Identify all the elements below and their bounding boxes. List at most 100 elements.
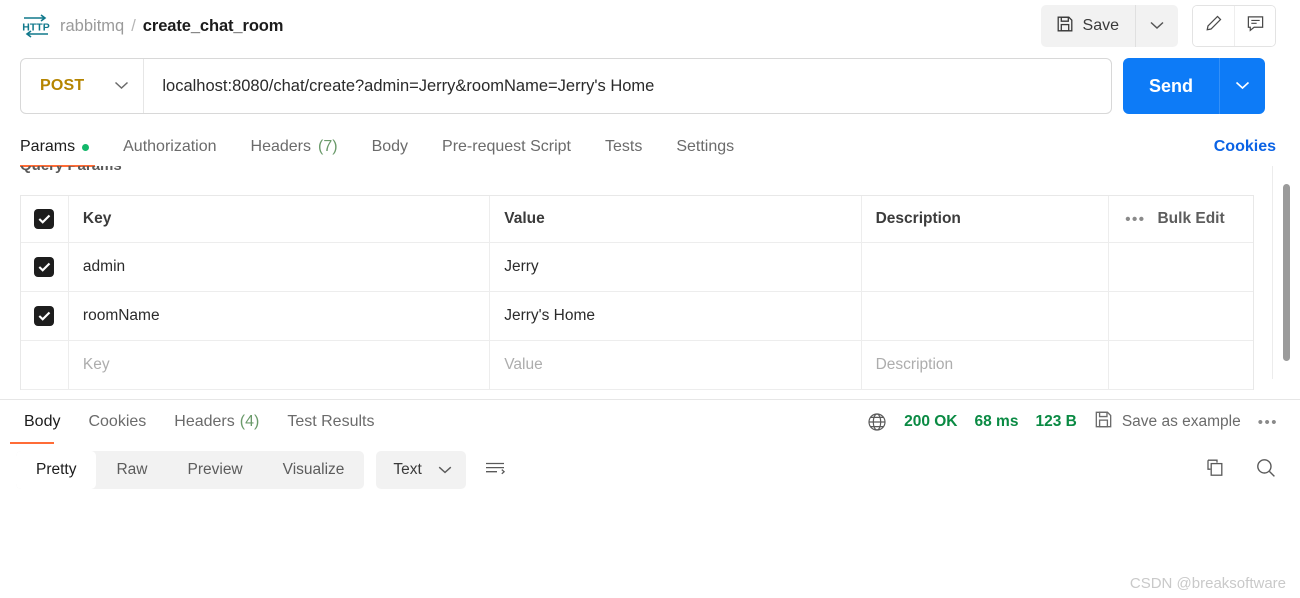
save-dropdown-button[interactable] xyxy=(1136,5,1178,47)
row-key[interactable]: roomName xyxy=(69,292,490,340)
row-checkbox[interactable] xyxy=(34,257,54,277)
response-active-tab-indicator xyxy=(10,442,54,444)
watermark: CSDN @breaksoftware xyxy=(1130,575,1286,592)
top-bar-actions: Save xyxy=(1041,5,1276,47)
response-tab-body[interactable]: Body xyxy=(10,400,74,444)
response-tab-cookies-label: Cookies xyxy=(88,413,146,431)
response-more-button[interactable]: ••• xyxy=(1258,414,1278,431)
search-icon xyxy=(1254,467,1278,484)
row-actions xyxy=(1109,341,1253,389)
copy-icon xyxy=(1204,466,1226,483)
save-button-label: Save xyxy=(1083,17,1119,35)
response-size: 123 B xyxy=(1035,413,1076,431)
view-mode-visualize[interactable]: Visualize xyxy=(263,451,365,489)
table-row[interactable]: roomName Jerry's Home xyxy=(21,292,1253,341)
row-description[interactable] xyxy=(862,292,1110,340)
tab-pre-request-script[interactable]: Pre-request Script xyxy=(425,128,588,166)
chevron-down-icon xyxy=(438,461,452,479)
word-wrap-button[interactable] xyxy=(478,453,512,487)
table-row[interactable]: admin Jerry xyxy=(21,243,1253,292)
send-button[interactable]: Send xyxy=(1123,58,1219,114)
tab-settings[interactable]: Settings xyxy=(659,128,751,166)
column-header-value: Value xyxy=(490,196,861,242)
globe-icon[interactable] xyxy=(867,412,887,432)
tab-params-label: Params xyxy=(20,138,75,156)
row-select-cell xyxy=(21,341,69,389)
top-bar: HTTP rabbitmq / create_chat_room Save xyxy=(0,0,1300,52)
save-button-group: Save xyxy=(1041,5,1178,47)
method-label: POST xyxy=(40,77,84,95)
new-row-key-input[interactable]: Key xyxy=(69,341,490,389)
save-as-example-button[interactable]: Save as example xyxy=(1094,410,1241,434)
table-row-empty[interactable]: Key Value Description xyxy=(21,341,1253,390)
content-type-label: Text xyxy=(393,461,421,479)
pencil-icon xyxy=(1204,14,1223,38)
tab-headers[interactable]: Headers (7) xyxy=(234,128,355,166)
url-field: POST localhost:8080/chat/create?admin=Je… xyxy=(20,58,1112,114)
response-tab-cookies[interactable]: Cookies xyxy=(74,400,160,444)
floppy-disk-icon xyxy=(1094,410,1113,434)
search-button[interactable] xyxy=(1254,456,1278,485)
status-badge: 200 OK xyxy=(904,413,957,431)
bulk-edit-button[interactable]: Bulk Edit xyxy=(1157,210,1224,228)
new-row-description-input[interactable]: Description xyxy=(862,341,1110,389)
cookies-link[interactable]: Cookies xyxy=(1214,138,1276,156)
table-header-row: Key Value Description ••• Bulk Edit xyxy=(21,196,1253,243)
tab-tests[interactable]: Tests xyxy=(588,128,659,166)
response-body-editor: 1 xyxy=(0,496,1300,566)
tab-pre-request-script-label: Pre-request Script xyxy=(442,138,571,156)
tab-authorization-label: Authorization xyxy=(123,138,216,156)
row-select-cell xyxy=(21,243,69,291)
query-params-title: Query Params xyxy=(20,166,122,174)
method-selector[interactable]: POST xyxy=(21,59,144,113)
response-tab-headers-label: Headers xyxy=(174,413,234,431)
view-mode-preview[interactable]: Preview xyxy=(168,451,263,489)
response-time: 68 ms xyxy=(975,413,1019,431)
url-input[interactable]: localhost:8080/chat/create?admin=Jerry&r… xyxy=(144,59,1111,113)
send-button-group: Send xyxy=(1123,58,1265,114)
table-header-actions: ••• Bulk Edit xyxy=(1109,196,1253,242)
tab-params[interactable]: Params xyxy=(20,128,106,166)
select-all-checkbox[interactable] xyxy=(34,209,54,229)
content-type-selector[interactable]: Text xyxy=(376,451,465,489)
save-button[interactable]: Save xyxy=(1041,5,1136,47)
comment-button[interactable] xyxy=(1234,6,1275,46)
ellipsis-icon[interactable]: ••• xyxy=(1125,211,1145,228)
url-row: POST localhost:8080/chat/create?admin=Je… xyxy=(0,58,1300,114)
new-row-value-input[interactable]: Value xyxy=(490,341,861,389)
panel-right-divider xyxy=(1272,166,1273,379)
floppy-disk-icon xyxy=(1056,15,1074,38)
row-value[interactable]: Jerry's Home xyxy=(490,292,861,340)
copy-button[interactable] xyxy=(1204,457,1226,484)
response-tab-body-label: Body xyxy=(24,413,60,431)
breadcrumb: rabbitmq / create_chat_room xyxy=(60,17,283,36)
column-header-key: Key xyxy=(69,196,490,242)
tab-settings-label: Settings xyxy=(676,138,734,156)
row-description[interactable] xyxy=(862,243,1110,291)
params-table: Key Value Description ••• Bulk Edit admi… xyxy=(20,195,1254,390)
tab-tests-label: Tests xyxy=(605,138,642,156)
response-tab-headers[interactable]: Headers (4) xyxy=(160,400,273,444)
params-scrollbar[interactable] xyxy=(1283,184,1290,361)
request-tabs: Params Authorization Headers (7) Body Pr… xyxy=(0,128,1300,166)
response-tabs: Body Cookies Headers (4) Test Results 20… xyxy=(0,400,1300,444)
modified-dot-icon xyxy=(82,144,89,151)
breadcrumb-collection[interactable]: rabbitmq xyxy=(60,17,124,36)
row-checkbox[interactable] xyxy=(34,306,54,326)
tab-body[interactable]: Body xyxy=(355,128,425,166)
tab-authorization[interactable]: Authorization xyxy=(106,128,233,166)
tab-headers-count: (7) xyxy=(318,138,338,156)
send-dropdown-button[interactable] xyxy=(1219,58,1265,114)
view-mode-raw[interactable]: Raw xyxy=(96,451,167,489)
edit-button[interactable] xyxy=(1193,6,1234,46)
response-meta: 200 OK 68 ms 123 B Save as example ••• xyxy=(867,410,1278,434)
column-header-description: Description xyxy=(862,196,1110,242)
top-icon-group xyxy=(1192,5,1276,47)
save-as-example-label: Save as example xyxy=(1122,413,1241,431)
row-key[interactable]: admin xyxy=(69,243,490,291)
view-mode-pretty[interactable]: Pretty xyxy=(16,451,96,489)
query-params-panel: Query Params Key Value Description ••• B… xyxy=(0,166,1300,398)
word-wrap-icon xyxy=(484,459,506,482)
response-tab-test-results[interactable]: Test Results xyxy=(273,400,388,444)
row-value[interactable]: Jerry xyxy=(490,243,861,291)
